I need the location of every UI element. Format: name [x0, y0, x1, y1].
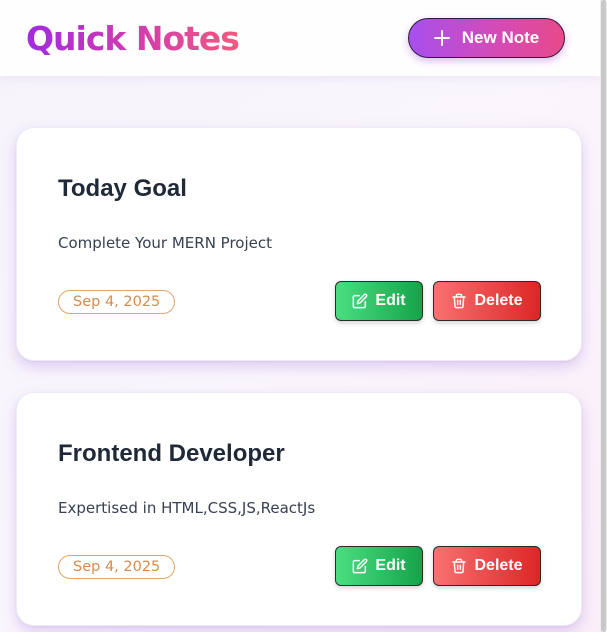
- app-title: Quick Notes: [26, 18, 240, 58]
- delete-label: Delete: [474, 292, 523, 309]
- delete-label: Delete: [474, 557, 523, 574]
- edit-icon: [352, 293, 368, 309]
- note-content: Expertised in HTML,CSS,JS,ReactJs: [58, 499, 316, 517]
- trash-icon: [452, 558, 467, 574]
- edit-label: Edit: [375, 292, 406, 309]
- edit-label: Edit: [375, 557, 406, 574]
- edit-button[interactable]: Edit: [335, 281, 423, 321]
- note-card: Frontend Developer Expertised in HTML,CS…: [16, 392, 582, 626]
- note-card: Today Goal Complete Your MERN Project Se…: [16, 127, 582, 361]
- delete-button[interactable]: Delete: [433, 281, 541, 321]
- note-content: Complete Your MERN Project: [58, 234, 272, 252]
- app-header: Quick Notes New Note: [0, 0, 600, 76]
- plus-icon: [433, 30, 450, 46]
- scrollbar-track[interactable]: [600, 0, 607, 632]
- edit-button[interactable]: Edit: [335, 546, 423, 586]
- note-date-badge: Sep 4, 2025: [58, 290, 176, 314]
- new-note-label: New Note: [461, 28, 540, 47]
- new-note-button[interactable]: New Note: [408, 18, 565, 58]
- note-title: Today Goal: [58, 175, 187, 202]
- note-title: Frontend Developer: [58, 440, 285, 467]
- trash-icon: [452, 293, 467, 309]
- edit-icon: [352, 558, 368, 574]
- delete-button[interactable]: Delete: [433, 546, 541, 586]
- note-date-badge: Sep 4, 2025: [58, 555, 176, 579]
- scrollbar-thumb[interactable]: [601, 0, 606, 632]
